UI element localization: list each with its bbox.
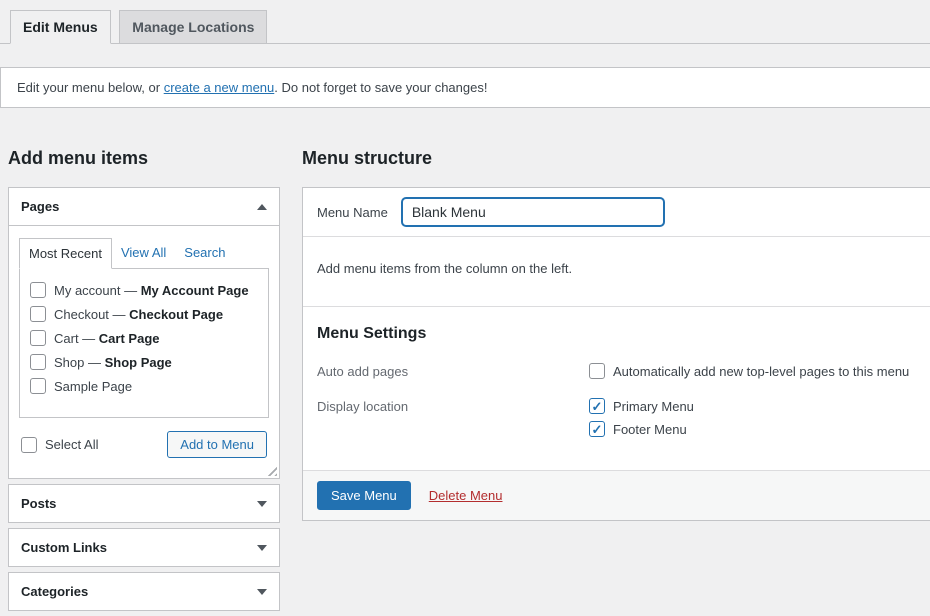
tab-search[interactable]: Search (175, 238, 234, 269)
page-item-label: Sample Page (54, 378, 133, 394)
select-all-checkbox[interactable] (21, 436, 37, 453)
pages-subtabs: Most Recent View All Search (19, 238, 269, 269)
page-list-item[interactable]: Sample Page (20, 374, 268, 398)
add-menu-items-column: Add menu items Pages Most Recent View Al… (8, 148, 280, 616)
tab-view-all[interactable]: View All (112, 238, 175, 269)
add-to-menu-button[interactable]: Add to Menu (167, 431, 267, 458)
menu-name-input[interactable] (401, 198, 664, 226)
display-location-row: Display location Primary Menu Footer Men… (317, 398, 926, 444)
custom-links-panel-header[interactable]: Custom Links (9, 529, 279, 566)
pages-panel-header[interactable]: Pages (9, 188, 279, 226)
save-menu-button[interactable]: Save Menu (317, 481, 411, 510)
location-primary-menu[interactable]: Primary Menu (589, 398, 694, 414)
chevron-down-icon (257, 588, 267, 595)
page-list-item[interactable]: My account — My Account Page (20, 278, 268, 302)
primary-menu-label: Primary Menu (613, 398, 694, 414)
menu-name-label: Menu Name (317, 204, 388, 220)
pages-panel-actions: Select All Add to Menu (19, 431, 269, 458)
auto-add-pages-field: Automatically add new top-level pages to… (589, 363, 909, 386)
menu-settings-title: Menu Settings (317, 325, 427, 342)
page-list-item[interactable]: Cart — Cart Page (20, 326, 268, 350)
display-location-field: Primary Menu Footer Menu (589, 398, 694, 444)
page-item-state: Checkout Page (129, 306, 224, 322)
menu-body: Add menu items from the column on the le… (303, 237, 930, 307)
page-checkbox[interactable] (30, 306, 46, 322)
chevron-down-icon (257, 544, 267, 551)
notice-bar: Edit your menu below, or create a new me… (0, 67, 930, 108)
categories-panel-title: Categories (21, 584, 89, 599)
chevron-down-icon (257, 500, 267, 507)
categories-panel: Categories (8, 572, 280, 611)
menu-footer: Save Menu Delete Menu (303, 470, 930, 520)
select-all-label: Select All (45, 437, 99, 452)
pages-panel: Pages Most Recent View All Search My acc… (8, 187, 280, 479)
page-item-label: Checkout — (54, 306, 130, 322)
content-columns: Add menu items Pages Most Recent View Al… (0, 148, 930, 616)
add-menu-items-title: Add menu items (8, 148, 149, 168)
tab-manage-locations[interactable]: Manage Locations (119, 10, 268, 44)
create-new-menu-link[interactable]: create a new menu (164, 80, 275, 95)
location-footer-menu[interactable]: Footer Menu (589, 421, 694, 437)
notice-text-after: . Do not forget to save your changes! (274, 80, 488, 95)
pages-panel-body: Most Recent View All Search My account —… (9, 238, 279, 478)
auto-add-pages-checkbox[interactable] (589, 363, 605, 379)
menu-settings-section: Menu Settings Auto add pages Automatical… (303, 307, 930, 470)
pages-checklist: My account — My Account Page Checkout — … (19, 268, 269, 418)
tab-most-recent[interactable]: Most Recent (19, 238, 112, 269)
auto-add-pages-label: Auto add pages (317, 364, 409, 379)
page-item-label: Shop — (54, 354, 105, 370)
footer-menu-label: Footer Menu (613, 421, 687, 437)
menu-structure-column: Menu structure Menu Name Add menu items … (302, 148, 930, 616)
page-checkbox[interactable] (30, 282, 46, 298)
primary-menu-checkbox[interactable] (589, 398, 605, 414)
page-item-label: Cart — (54, 330, 99, 346)
page-checkbox[interactable] (30, 378, 46, 394)
posts-panel-header[interactable]: Posts (9, 485, 279, 522)
page-item-label: My account — (54, 282, 141, 298)
tab-edit-menus[interactable]: Edit Menus (10, 10, 111, 44)
menu-edit-box: Menu Name Add menu items from the column… (302, 187, 930, 521)
page-item-state: Cart Page (98, 330, 160, 346)
page-item-state: My Account Page (140, 282, 249, 298)
footer-menu-checkbox[interactable] (589, 421, 605, 437)
empty-menu-hint: Add menu items from the column on the le… (317, 261, 573, 276)
auto-add-pages-option-label: Automatically add new top-level pages to… (613, 363, 910, 379)
categories-panel-header[interactable]: Categories (9, 573, 279, 610)
page-checkbox[interactable] (30, 354, 46, 370)
menu-structure-title: Menu structure (302, 148, 433, 168)
notice-text-before: Edit your menu below, or (17, 80, 164, 95)
posts-panel: Posts (8, 484, 280, 523)
auto-add-pages-option[interactable]: Automatically add new top-level pages to… (589, 363, 909, 379)
select-all[interactable]: Select All (21, 436, 99, 453)
page-item-state: Shop Page (104, 354, 172, 370)
page-checkbox[interactable] (30, 330, 46, 346)
pages-panel-title: Pages (21, 199, 60, 214)
display-location-label: Display location (317, 399, 409, 414)
custom-links-panel: Custom Links (8, 528, 280, 567)
menu-name-row: Menu Name (303, 188, 930, 237)
posts-panel-title: Posts (21, 496, 57, 511)
page-list-item[interactable]: Checkout — Checkout Page (20, 302, 268, 326)
nav-tab-bar: Edit Menus Manage Locations (0, 0, 930, 44)
custom-links-panel-title: Custom Links (21, 540, 107, 555)
delete-menu-link[interactable]: Delete Menu (429, 488, 503, 503)
auto-add-pages-row: Auto add pages Automatically add new top… (317, 363, 926, 386)
page-list-item[interactable]: Shop — Shop Page (20, 350, 268, 374)
chevron-up-icon (257, 203, 267, 210)
